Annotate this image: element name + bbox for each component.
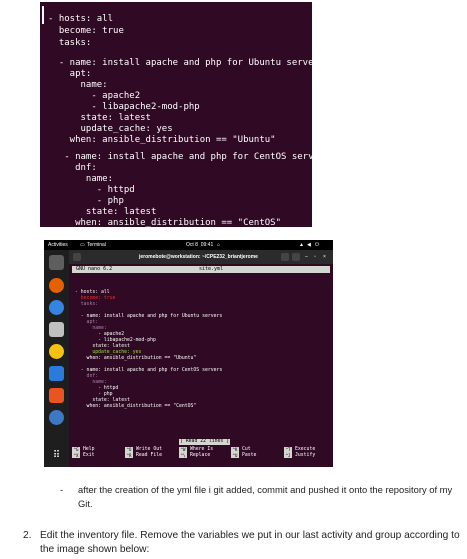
terminal-titlebar: jeromebote@workstation: ~/CPE232_briantj… — [69, 250, 333, 264]
editor-line: when: ansible_distribution == "CentOS" — [75, 404, 197, 409]
snippet-line: - httpd — [48, 185, 135, 195]
rhythmbox-icon[interactable] — [49, 344, 64, 359]
power-icon[interactable]: ⏻ — [315, 240, 319, 250]
editor-line: when: ansible_distribution == "Ubuntu" — [75, 356, 197, 361]
snippet-line: state: latest — [48, 113, 151, 123]
gnome-top-bar: Activities ▭ Terminal Oct 8 09:41 ⌂ ▲ ◀ … — [44, 240, 333, 250]
list-item-text: Edit the inventory file. Remove the vari… — [40, 530, 460, 555]
snippet-line: tasks: — [48, 38, 92, 48]
snippet-line: dnf: — [48, 163, 97, 173]
software-center-icon[interactable] — [49, 388, 64, 403]
volume-icon[interactable]: ◀ — [307, 240, 311, 250]
snippet-line: - php — [48, 196, 124, 206]
nano-header: GNU nano 6.2 site.yml — [72, 266, 330, 273]
maximize-icon[interactable]: ▫ — [314, 250, 316, 264]
shortcut-key: ^W ^\ — [179, 447, 187, 458]
snippet-line: - libapache2-mod-php — [48, 102, 200, 112]
activities-button[interactable]: Activities — [48, 240, 68, 250]
files-icon[interactable] — [49, 322, 64, 337]
bullet-text: after the creation of the yml file i git… — [78, 484, 453, 509]
ubuntu-screenshot: Activities ▭ Terminal Oct 8 09:41 ⌂ ▲ ◀ … — [44, 240, 333, 467]
clock[interactable]: Oct 8 09:41 — [186, 240, 213, 250]
notification-icon: ⌂ — [217, 242, 221, 248]
snippet-line: name: — [48, 174, 114, 184]
snippet-line: name: — [48, 80, 108, 90]
shortcut-read-file[interactable]: Read File — [136, 453, 162, 459]
shortcut-paste[interactable]: Paste — [242, 453, 256, 459]
terminal-window: jeromebote@workstation: ~/CPE232_briantj… — [69, 250, 333, 467]
nano-version: GNU nano 6.2 — [76, 266, 113, 272]
dock: ⠿ — [44, 250, 69, 467]
snippet-line: become: true — [48, 26, 124, 36]
minimize-icon[interactable]: – — [305, 250, 308, 264]
status-message: [ Read 22 lines ] — [179, 439, 231, 445]
nano-filename: site.yml — [199, 266, 224, 272]
snippet-line: when: ansible_distribution == "CentOS" — [48, 218, 281, 228]
app-menu[interactable]: Terminal — [87, 240, 106, 250]
shortcut-key: ^K ^U — [231, 447, 239, 458]
terminal-dock-icon[interactable] — [49, 255, 64, 270]
editor-line: tasks: — [75, 302, 99, 307]
snippet-line: - hosts: all — [48, 14, 114, 24]
menu-icon[interactable] — [292, 253, 300, 261]
shortcut-replace[interactable]: Replace — [190, 453, 210, 459]
shortcut-key: ^G ^X — [72, 447, 80, 458]
firefox-icon[interactable] — [49, 278, 64, 293]
network-icon[interactable]: ▲ — [299, 240, 304, 250]
snippet-line: - name: install apache and php for CentO… — [48, 152, 330, 162]
thunderbird-icon[interactable] — [49, 300, 64, 315]
snippet-line: - apache2 — [48, 91, 141, 101]
help-icon[interactable] — [49, 410, 64, 425]
snippet-line: - name: install apache and php for Ubunt… — [48, 58, 325, 68]
shortcut-justify[interactable]: Justify — [295, 453, 315, 459]
shortcut-key: ^T ^J — [284, 447, 292, 458]
code-snippet-image: - hosts: all become: true tasks: - name:… — [40, 2, 330, 228]
bullet-dash: - — [60, 484, 64, 495]
new-tab-icon[interactable] — [73, 253, 81, 261]
shortcut-key: ^O ^R — [125, 447, 133, 458]
snippet-line: apt: — [48, 69, 92, 79]
shortcut-exit[interactable]: Exit — [83, 453, 95, 459]
close-icon[interactable]: × — [323, 250, 326, 264]
writer-icon[interactable] — [49, 366, 64, 381]
terminal-app-icon: ▭ — [80, 242, 85, 248]
show-apps-icon[interactable]: ⠿ — [49, 448, 64, 463]
search-icon[interactable] — [281, 253, 289, 261]
terminal-title: jeromebote@workstation: ~/CPE232_briantj… — [139, 254, 258, 260]
snippet-line: when: ansible_distribution == "Ubuntu" — [48, 135, 276, 145]
snippet-line: update_cache: yes — [48, 124, 173, 134]
list-number: 2. — [23, 530, 32, 541]
cursor-bar — [42, 6, 44, 24]
snippet-line: state: latest — [48, 207, 157, 217]
